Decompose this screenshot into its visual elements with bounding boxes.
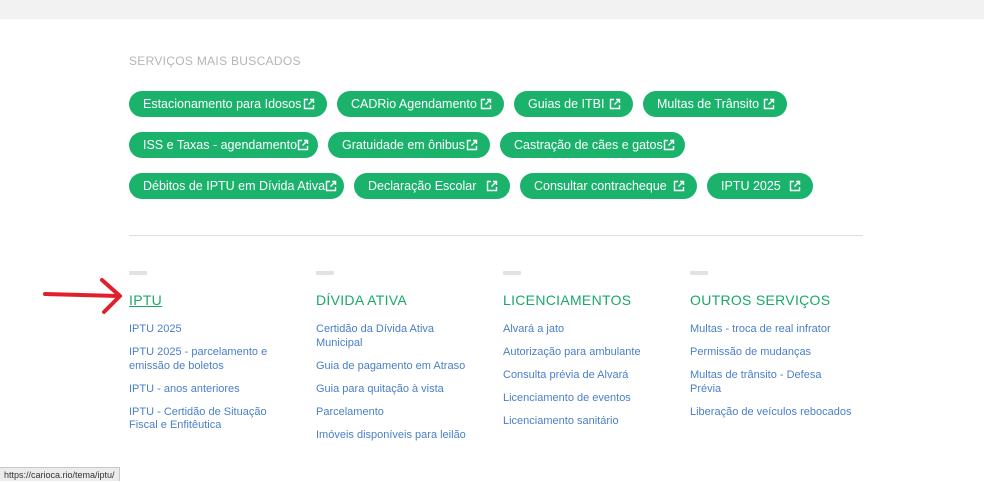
services-row-2: ISS e Taxas - agendamento Gratuidade em … bbox=[129, 132, 685, 158]
service-chip-label: Estacionamento para Idosos bbox=[143, 97, 302, 111]
footer-link[interactable]: Permissão de mudanças bbox=[690, 346, 855, 360]
external-link-icon bbox=[609, 98, 621, 110]
link-list: IPTU 2025 IPTU 2025 - parcelamento e emi… bbox=[129, 323, 294, 433]
service-chip-label: Débitos de IPTU em Dívida Ativa bbox=[143, 179, 326, 193]
status-bar-url: https://carioca.rio/tema/iptu/ bbox=[0, 467, 120, 481]
footer-link[interactable]: Guia de pagamento em Atraso bbox=[316, 360, 481, 374]
external-link-icon bbox=[663, 139, 675, 151]
external-link-icon bbox=[763, 98, 775, 110]
link-list: Multas - troca de real infrator Permissã… bbox=[690, 323, 855, 419]
service-chip-label: Multas de Trânsito bbox=[657, 97, 760, 111]
footer-column-outros-servicos: OUTROS SERVIÇOS Multas - troca de real i… bbox=[690, 271, 855, 429]
service-chip[interactable]: Estacionamento para Idosos bbox=[129, 91, 327, 117]
service-chip[interactable]: ISS e Taxas - agendamento bbox=[129, 132, 318, 158]
annotation-arrow-icon bbox=[43, 278, 122, 314]
footer-column-iptu: IPTU IPTU 2025 IPTU 2025 - parcelamento … bbox=[129, 271, 294, 442]
footer-column-divida-ativa: DÍVIDA ATIVA Certidão da Dívida Ativa Mu… bbox=[316, 271, 481, 452]
services-row-3: Débitos de IPTU em Dívida Ativa Declaraç… bbox=[129, 173, 813, 199]
column-heading-licenciamentos[interactable]: LICENCIAMENTOS bbox=[503, 292, 631, 308]
footer-link[interactable]: IPTU 2025 - parcelamento e emissão de bo… bbox=[129, 346, 294, 373]
service-chip-label: Guias de ITBI bbox=[528, 97, 605, 111]
service-chip-label: IPTU 2025 bbox=[721, 179, 781, 193]
service-chip[interactable]: Multas de Trânsito bbox=[643, 91, 787, 117]
link-list: Alvará a jato Autorização para ambulante… bbox=[503, 323, 668, 429]
footer-link[interactable]: Guia para quitação à vista bbox=[316, 383, 481, 397]
external-link-icon bbox=[789, 180, 801, 192]
service-chip-label: Gratuidade em ônibus bbox=[342, 138, 465, 152]
footer-link[interactable]: Certidão da Dívida Ativa Municipal bbox=[316, 323, 481, 350]
footer-link[interactable]: Liberação de veículos rebocados bbox=[690, 406, 855, 420]
external-link-icon bbox=[480, 98, 492, 110]
services-row-1: Estacionamento para Idosos CADRio Agenda… bbox=[129, 91, 787, 117]
column-heading-iptu[interactable]: IPTU bbox=[129, 292, 162, 308]
service-chip[interactable]: Declaração Escolar bbox=[354, 173, 510, 199]
footer-link[interactable]: Consulta prévia de Alvará bbox=[503, 369, 668, 383]
footer-link[interactable]: IPTU - anos anteriores bbox=[129, 383, 294, 397]
service-chip[interactable]: CADRio Agendamento bbox=[337, 91, 504, 117]
link-list: Certidão da Dívida Ativa Municipal Guia … bbox=[316, 323, 481, 442]
footer-link[interactable]: IPTU - Certidão de Situação Fiscal e Enf… bbox=[129, 406, 294, 433]
footer-link[interactable]: Multas - troca de real infrator bbox=[690, 323, 855, 337]
column-dash bbox=[316, 271, 334, 275]
external-link-icon bbox=[297, 139, 309, 151]
service-chip-label: Castração de cães e gatos bbox=[514, 138, 663, 152]
footer-column-licenciamentos: LICENCIAMENTOS Alvará a jato Autorização… bbox=[503, 271, 668, 438]
footer-link[interactable]: Multas de trânsito - Defesa Prévia bbox=[690, 369, 855, 396]
external-link-icon bbox=[303, 98, 315, 110]
column-heading-divida-ativa[interactable]: DÍVIDA ATIVA bbox=[316, 292, 407, 308]
footer-link[interactable]: Alvará a jato bbox=[503, 323, 668, 337]
footer-link[interactable]: Autorização para ambulante bbox=[503, 346, 668, 360]
service-chip-label: CADRio Agendamento bbox=[351, 97, 477, 111]
footer-link[interactable]: Imóveis disponíveis para leilão bbox=[316, 429, 481, 443]
column-heading-outros-servicos[interactable]: OUTROS SERVIÇOS bbox=[690, 292, 830, 308]
service-chip-label: ISS e Taxas - agendamento bbox=[143, 138, 298, 152]
service-chip[interactable]: Gratuidade em ônibus bbox=[328, 132, 490, 158]
column-dash bbox=[503, 271, 521, 275]
column-dash bbox=[690, 271, 708, 275]
service-chip[interactable]: Consultar contracheque bbox=[520, 173, 697, 199]
column-dash bbox=[129, 271, 147, 275]
section-divider bbox=[129, 235, 863, 236]
service-chip[interactable]: Guias de ITBI bbox=[514, 91, 633, 117]
services-section-title: SERVIÇOS MAIS BUSCADOS bbox=[129, 54, 301, 68]
service-chip-label: Declaração Escolar bbox=[368, 179, 477, 193]
service-chip[interactable]: IPTU 2025 bbox=[707, 173, 813, 199]
footer-link[interactable]: IPTU 2025 bbox=[129, 323, 294, 337]
service-chip[interactable]: Débitos de IPTU em Dívida Ativa bbox=[129, 173, 344, 199]
top-bar bbox=[0, 0, 984, 19]
external-link-icon bbox=[673, 180, 685, 192]
footer-link[interactable]: Licenciamento de eventos bbox=[503, 392, 668, 406]
external-link-icon bbox=[325, 180, 337, 192]
footer-link[interactable]: Licenciamento sanitário bbox=[503, 415, 668, 429]
external-link-icon bbox=[466, 139, 478, 151]
service-chip[interactable]: Castração de cães e gatos bbox=[500, 132, 685, 158]
footer-link[interactable]: Parcelamento bbox=[316, 406, 481, 420]
service-chip-label: Consultar contracheque bbox=[534, 179, 667, 193]
external-link-icon bbox=[486, 180, 498, 192]
